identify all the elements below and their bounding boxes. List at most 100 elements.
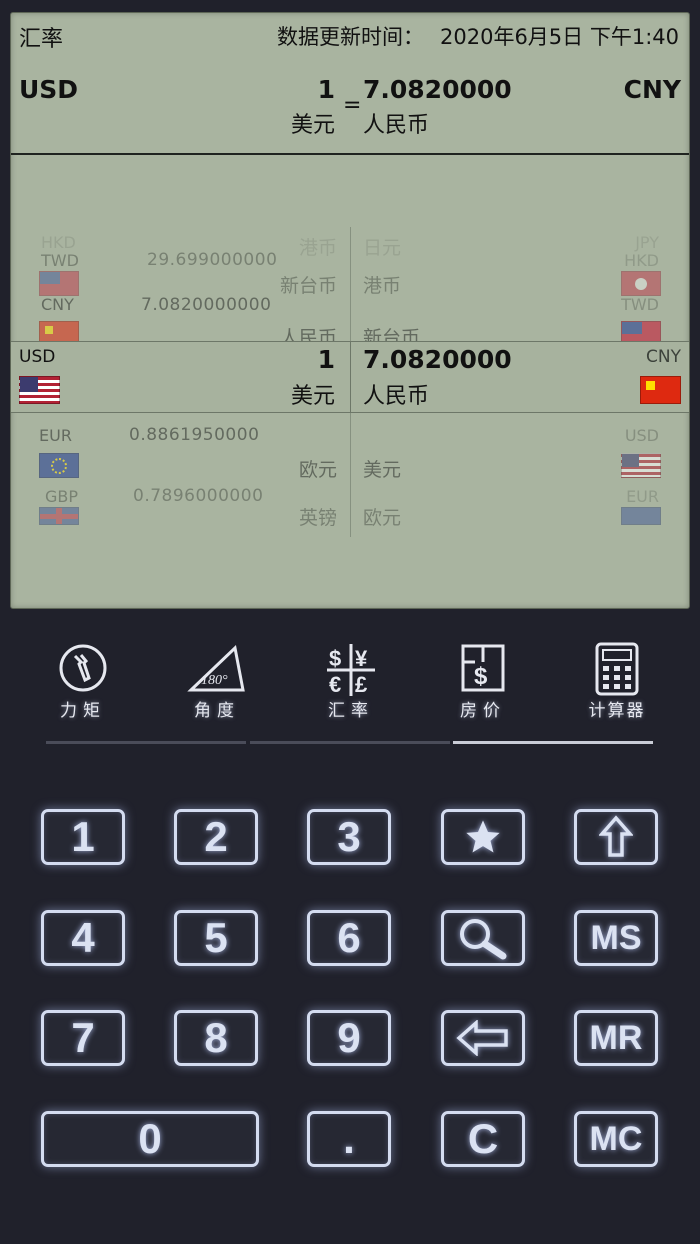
key-8[interactable]: 8 [174, 1010, 258, 1066]
memory-store-button[interactable]: MS [574, 910, 658, 966]
currency-code: USD [19, 347, 56, 367]
tab-track-active [453, 741, 653, 744]
tab-exchange[interactable]: $ ¥ € £ 汇率 [306, 642, 396, 722]
currency-name: 港币 [298, 237, 337, 259]
memory-clear-button[interactable]: MC [574, 1111, 658, 1167]
key-4[interactable]: 4 [41, 910, 125, 966]
currency-name: 港币 [363, 275, 402, 297]
angle-180-icon: 180° [187, 645, 245, 692]
key-1[interactable]: 1 [41, 809, 125, 865]
backspace-arrow-icon [456, 1020, 508, 1056]
from-currency-code: USD [19, 75, 79, 104]
currency-code: CNY [41, 295, 74, 314]
calculator-icon [595, 642, 639, 696]
currency-name: 日元 [363, 237, 402, 259]
key-9[interactable]: 9 [307, 1010, 391, 1066]
row-divider [350, 342, 351, 412]
memory-recall-button[interactable]: MR [574, 1010, 658, 1066]
shift-button[interactable] [574, 809, 658, 865]
svg-text:¥: ¥ [355, 646, 368, 671]
mode-tabs: 力矩 180° 角度 $ ¥ € £ 汇率 $ 房价 计算器 [0, 620, 700, 750]
conversion-summary: 汇率 数据更新时间： 2020年6月5日 下午1:40 USD 1 = 7.082… [11, 13, 689, 155]
currency-name: 新台币 [279, 275, 337, 297]
currency-code: EUR [39, 426, 72, 445]
key-0[interactable]: 0 [41, 1111, 259, 1167]
star-icon [466, 820, 500, 853]
exchange-rate: 7.0820000000 [141, 295, 272, 315]
tab-label: 汇率 [328, 701, 374, 721]
us-flag-icon [621, 453, 661, 478]
us-flag-icon [19, 376, 60, 404]
house-price-icon: $ [461, 644, 505, 692]
key-3[interactable]: 3 [307, 809, 391, 865]
svg-text:€: € [329, 672, 341, 697]
currency-code: JPY [635, 233, 659, 252]
arrow-up-icon [599, 815, 633, 857]
tab-track [46, 741, 246, 744]
tab-label: 计算器 [588, 701, 646, 721]
eu-flag-icon [39, 453, 79, 478]
selected-currency-row[interactable]: USD 1 美元 7.0820000 人民币 CNY [11, 341, 689, 413]
clear-button[interactable]: C [441, 1111, 525, 1167]
uk-flag-icon [39, 507, 79, 525]
lcd-display: 汇率 数据更新时间： 2020年6月5日 下午1:40 USD 1 = 7.082… [10, 12, 690, 609]
currency-code: USD [624, 426, 659, 445]
tab-angle[interactable]: 180° 角度 [172, 642, 262, 722]
converted-value: 7.0820000 [363, 75, 512, 104]
currency-code: GBP [45, 487, 79, 506]
currency-code: TWD [41, 251, 79, 270]
update-time-value: 2020年6月5日 下午1:40 [440, 25, 679, 49]
china-flag-icon [640, 376, 681, 404]
key-7[interactable]: 7 [41, 1010, 125, 1066]
currency-code: CNY [646, 347, 681, 367]
currency-name: 英镑 [298, 507, 337, 529]
search-button[interactable] [441, 910, 525, 966]
key-5[interactable]: 5 [174, 910, 258, 966]
update-time: 数据更新时间： 2020年6月5日 下午1:40 [277, 21, 679, 51]
taiwan-flag-icon [39, 271, 79, 296]
tab-calculator[interactable]: 计算器 [572, 642, 662, 722]
tab-label: 角度 [194, 701, 240, 721]
currency-code: HKD [624, 251, 659, 270]
update-time-label: 数据更新时间： [277, 25, 424, 49]
currency-name: 欧元 [363, 507, 402, 529]
to-currency-code: CNY [623, 75, 681, 104]
exchange-rate: 29.699000000 [147, 250, 278, 270]
search-icon [460, 919, 507, 960]
amount-value: 1 [317, 75, 335, 104]
to-currency-name: 人民币 [363, 113, 430, 138]
currency-code: HKD [41, 233, 76, 252]
tab-label: 房价 [460, 701, 506, 721]
currency-name: 人民币 [363, 384, 430, 409]
amount-value: 1 [317, 345, 335, 374]
key-2[interactable]: 2 [174, 809, 258, 865]
angle-icon-text: 180° [201, 673, 228, 688]
equals-sign: = [343, 93, 362, 118]
currency-name: 欧元 [298, 459, 337, 481]
currency-picker-wheel[interactable]: HKD 港币 日元 JPY TWD 29.699000000 新台币 港币 HK… [11, 157, 689, 608]
tab-track [250, 741, 450, 744]
currency-name: 美元 [363, 459, 402, 481]
eu-flag-icon [621, 507, 661, 525]
currency-code: TWD [621, 295, 659, 314]
hong-kong-flag-icon [621, 271, 661, 296]
tab-house-price[interactable]: $ 房价 [438, 642, 528, 722]
currency-code: EUR [626, 487, 659, 506]
tab-label: 力矩 [60, 701, 106, 721]
key-6[interactable]: 6 [307, 910, 391, 966]
currency-icon: $ ¥ € £ [327, 644, 375, 697]
page-title: 汇率 [19, 27, 64, 52]
tab-torque[interactable]: 力矩 [38, 642, 128, 722]
decimal-point-button[interactable]: . [307, 1111, 391, 1167]
svg-text:$: $ [329, 646, 341, 671]
backspace-button[interactable] [441, 1010, 525, 1066]
exchange-rate: 0.8861950000 [129, 425, 260, 445]
from-currency-name: 美元 [290, 113, 335, 138]
exchange-rate: 0.7896000000 [133, 486, 264, 506]
wrench-icon [59, 644, 107, 692]
converted-value: 7.0820000 [363, 345, 512, 374]
svg-text:£: £ [355, 672, 368, 697]
svg-text:$: $ [474, 663, 488, 690]
currency-name: 美元 [290, 384, 335, 409]
favorite-button[interactable] [441, 809, 525, 865]
